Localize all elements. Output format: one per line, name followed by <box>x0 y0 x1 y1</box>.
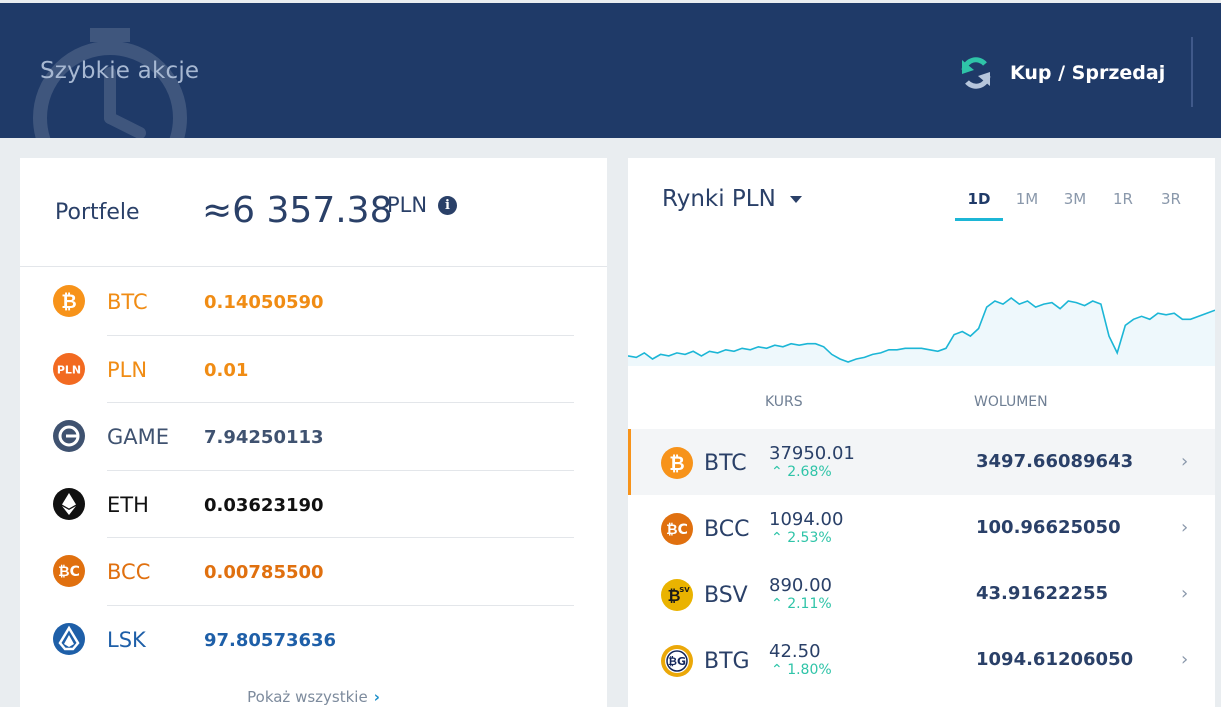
page-title: Szybkie akcje <box>40 58 200 84</box>
column-rate: KURS <box>765 394 803 410</box>
bitcoin-cash-icon: ₿C <box>53 555 85 587</box>
market-symbol: BSV <box>704 583 748 608</box>
wallet-symbol: PLN <box>107 357 148 382</box>
wallet-balance: 0.01 <box>204 359 249 381</box>
wallet-symbol: BTC <box>107 290 148 314</box>
wallet-symbol: GAME <box>107 425 170 449</box>
show-all-link[interactable]: Pokaż wszystkie › <box>20 688 607 706</box>
info-icon[interactable]: i <box>438 196 457 215</box>
market-volume: 100.96625050 <box>976 517 1121 538</box>
tab-1r[interactable]: 1R <box>1099 190 1147 221</box>
chart-area <box>628 298 1215 366</box>
buy-sell-button[interactable]: Kup / Sprzedaj <box>958 55 1165 91</box>
wallet-balance: 97.80573636 <box>204 629 337 651</box>
market-price: 37950.01 <box>769 443 855 464</box>
wallets-currency: PLN <box>387 193 428 217</box>
market-symbol: BTC <box>704 451 747 476</box>
market-list: ₿ BTC 37950.01 ⌃ 2.68% 3497.66089643 › ₿… <box>628 429 1215 693</box>
bitcoin-gold-icon: ₿G <box>661 645 693 677</box>
market-row-btg[interactable]: ₿G BTG 42.50 ⌃ 1.80% 1094.61206050 › <box>628 627 1215 693</box>
quick-actions-header: Szybkie akcje Kup / Sprzedaj <box>0 3 1221 138</box>
wallets-card: Portfele ≈6 357.38 PLN i ₿ BTC 0.1405059… <box>20 158 607 707</box>
ethereum-icon <box>53 487 85 520</box>
tab-1d[interactable]: 1D <box>955 190 1003 221</box>
wallet-row-pln[interactable]: PLN PLN 0.01 <box>20 336 607 404</box>
market-change: ⌃ 2.11% <box>771 596 832 612</box>
wallet-balance: 7.94250113 <box>204 427 324 448</box>
tab-1m[interactable]: 1M <box>1003 190 1051 221</box>
tab-3m[interactable]: 3M <box>1051 190 1099 221</box>
market-change: ⌃ 2.53% <box>771 530 832 546</box>
market-volume: 3497.66089643 <box>976 451 1134 472</box>
wallet-row-game[interactable]: GAME 7.94250113 <box>20 403 607 471</box>
wallets-summary: Portfele ≈6 357.38 PLN i <box>20 158 607 267</box>
chevron-right-icon: › <box>1181 649 1189 670</box>
wallet-row-eth[interactable]: ETH 0.03623190 <box>20 471 607 539</box>
wallet-row-lsk[interactable]: LSK 97.80573636 <box>20 606 607 674</box>
tab-3r[interactable]: 3R <box>1147 190 1195 221</box>
column-volume: WOLUMEN <box>974 394 1048 410</box>
wallet-symbol: BCC <box>107 560 151 584</box>
svg-text:₿C: ₿C <box>58 564 80 580</box>
wallet-balance: 0.14050590 <box>204 292 324 313</box>
market-selector[interactable]: Rynki PLN <box>662 186 802 212</box>
svg-text:₿: ₿ <box>61 291 76 313</box>
chevron-right-icon: › <box>1181 583 1189 604</box>
price-chart <box>628 297 1215 366</box>
exchange-icon <box>961 57 991 89</box>
bitcoin-icon: ₿ <box>53 285 85 317</box>
gamecredits-icon <box>53 420 85 452</box>
lisk-icon <box>53 622 85 655</box>
wallet-list: ₿ BTC 0.14050590 PLN PLN 0.01 GAME 7.942… <box>20 268 607 673</box>
show-all-label: Pokaż wszystkie <box>247 688 368 706</box>
svg-text:PLN: PLN <box>57 363 81 376</box>
wallet-balance: 0.03623190 <box>204 494 324 516</box>
market-price: 890.00 <box>769 575 832 596</box>
wallet-symbol: ETH <box>107 492 149 517</box>
header-divider <box>1191 37 1193 107</box>
buy-sell-label: Kup / Sprzedaj <box>1010 62 1166 84</box>
wallet-symbol: LSK <box>107 627 146 652</box>
bitcoin-cash-icon: ₿C <box>661 513 693 545</box>
market-symbol: BTG <box>704 649 750 674</box>
markets-card: Rynki PLN 1D 1M 3M 1R 3R KURS WOLUMEN ₿ … <box>628 158 1215 707</box>
market-volume: 1094.61206050 <box>976 649 1134 670</box>
market-change: ⌃ 1.80% <box>771 662 832 678</box>
market-price: 1094.00 <box>769 509 844 530</box>
svg-text:₿: ₿ <box>669 453 684 475</box>
market-change: ⌃ 2.68% <box>771 464 832 480</box>
wallets-label: Portfele <box>55 200 140 225</box>
market-row-bsv[interactable]: ₿ SV BSV 890.00 ⌃ 2.11% 43.91622255 › <box>628 561 1215 627</box>
wallet-balance: 0.00785500 <box>204 562 324 583</box>
bitcoin-sv-icon: ₿SV <box>661 579 693 611</box>
chevron-right-icon: › <box>1181 517 1189 538</box>
market-symbol: BCC <box>704 517 750 542</box>
wallets-total: ≈6 357.38 <box>202 190 393 231</box>
market-row-btc[interactable]: ₿ BTC 37950.01 ⌃ 2.68% 3497.66089643 › <box>628 429 1215 495</box>
market-row-bcc[interactable]: ₿C BCC 1094.00 ⌃ 2.53% 100.96625050 › <box>628 495 1215 561</box>
svg-text:SV: SV <box>679 586 690 594</box>
chevron-right-icon: › <box>373 688 380 706</box>
range-tabs: 1D 1M 3M 1R 3R <box>955 190 1195 221</box>
markets-title: Rynki PLN <box>662 186 776 212</box>
wallet-row-bcc[interactable]: ₿C BCC 0.00785500 <box>20 538 607 606</box>
market-price: 42.50 <box>769 641 821 662</box>
market-volume: 43.91622255 <box>976 583 1109 604</box>
wallet-row-btc[interactable]: ₿ BTC 0.14050590 <box>20 268 607 336</box>
pln-icon: PLN <box>53 352 85 385</box>
caret-down-icon <box>789 195 802 203</box>
chevron-right-icon: › <box>1181 451 1189 472</box>
svg-text:₿C: ₿C <box>666 522 688 538</box>
svg-text:₿G: ₿G <box>668 655 686 668</box>
bitcoin-icon: ₿ <box>661 447 693 479</box>
